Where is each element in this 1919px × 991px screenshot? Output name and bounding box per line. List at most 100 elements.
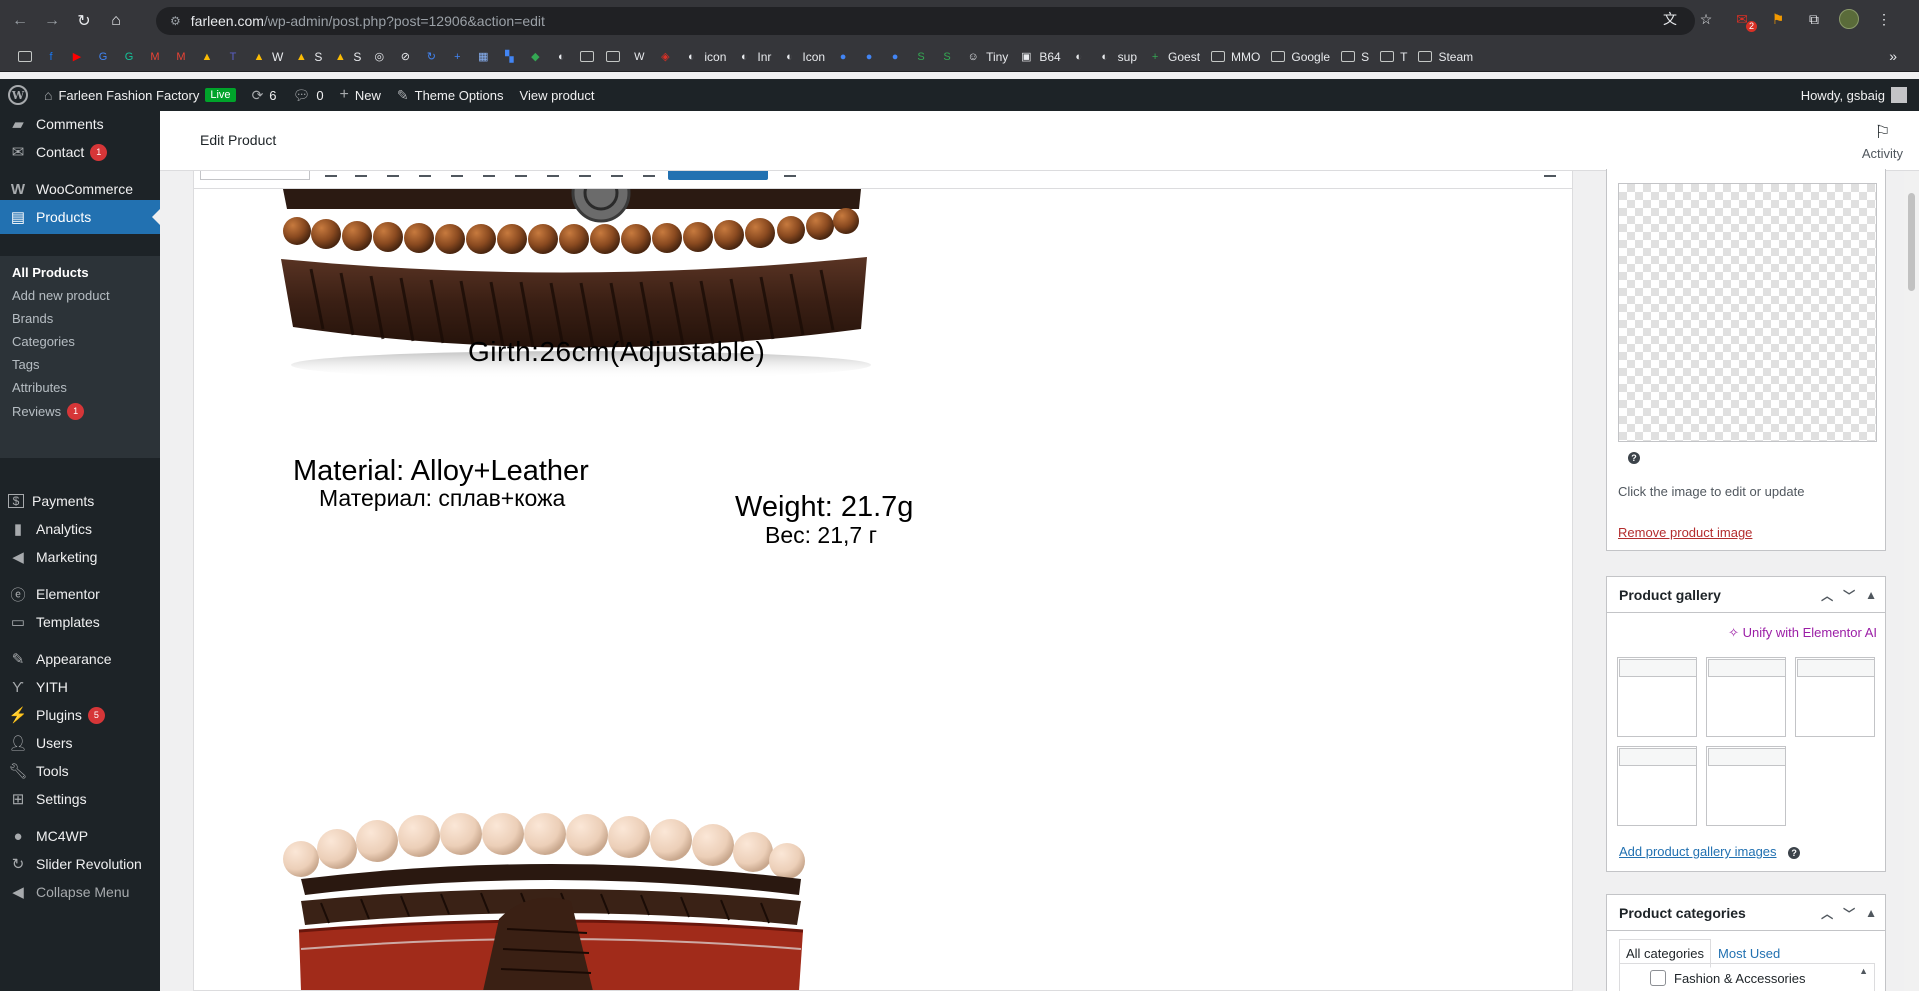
extension-mail-icon[interactable]: ✉ 2	[1731, 8, 1757, 32]
bookmark-item[interactable]: ↻	[418, 45, 444, 69]
translate-page-icon[interactable]: 文	[1659, 8, 1681, 30]
bookmark-item[interactable]	[600, 45, 626, 69]
bookmark-item[interactable]: ◆	[522, 45, 548, 69]
align-right-icon[interactable]	[547, 173, 559, 177]
toggle-panel-icon[interactable]: ▲	[1865, 588, 1877, 602]
scroll-up-icon[interactable]: ▲	[1859, 966, 1868, 976]
settings-icon[interactable]	[784, 173, 796, 177]
bookmark-item[interactable]: ◎	[366, 45, 392, 69]
page-scrollbar[interactable]	[1904, 171, 1919, 991]
bookmark-item[interactable]: ◈	[652, 45, 678, 69]
collapse-menu-button[interactable]: ◀ Collapse Menu	[0, 875, 160, 909]
bookmark-item[interactable]: ▣ B64	[1013, 45, 1065, 69]
product-gallery-header[interactable]: Product gallery ︿ ﹀ ▲	[1607, 577, 1885, 613]
bookmark-item[interactable]: T	[220, 45, 246, 69]
view-product-link[interactable]: View product	[512, 79, 603, 111]
bold-icon[interactable]	[325, 173, 337, 177]
back-icon[interactable]: ←	[8, 9, 32, 33]
menu-marketing[interactable]: ◀ Marketing	[0, 540, 160, 574]
account-menu[interactable]: Howdy, gsbaig	[1801, 79, 1907, 111]
home-icon[interactable]: ⌂	[104, 9, 128, 33]
submenu-add-new-product[interactable]: Add new product	[12, 288, 110, 303]
bookmark-item[interactable]: M	[142, 45, 168, 69]
bookmark-item[interactable]: ▶	[64, 45, 90, 69]
bookmark-item[interactable]: Google	[1265, 45, 1335, 69]
bookmark-item[interactable]: ▲ W	[246, 45, 288, 69]
reload-icon[interactable]: ↻	[72, 9, 96, 33]
gallery-thumbnail[interactable]	[1617, 746, 1697, 826]
bookmark-item[interactable]: M	[168, 45, 194, 69]
submenu-reviews[interactable]: Reviews 1	[12, 403, 85, 420]
submenu-tags[interactable]: Tags	[12, 357, 39, 372]
category-checkbox[interactable]	[1650, 970, 1666, 986]
bookmark-item[interactable]: ◐	[1066, 45, 1092, 69]
bookmark-item[interactable]: W	[626, 45, 652, 69]
site-info-icon[interactable]: ⚙	[170, 14, 181, 28]
bookmark-item[interactable]: G	[90, 45, 116, 69]
address-bar[interactable]: ⚙ farleen.com/wp-admin/post.php?post=129…	[156, 7, 1695, 35]
bookmark-item[interactable]: + Goest	[1142, 45, 1205, 69]
bookmark-item[interactable]: +	[444, 45, 470, 69]
align-left-icon[interactable]	[483, 173, 495, 177]
browser-menu-icon[interactable]: ⋮	[1873, 8, 1895, 30]
bookmark-star-icon[interactable]: ☆	[1695, 8, 1717, 30]
comments-menu[interactable]: 💬︎ 0	[285, 79, 332, 111]
bookmark-item[interactable]: S	[934, 45, 960, 69]
bookmark-item[interactable]: ▲	[194, 45, 220, 69]
italic-icon[interactable]	[355, 173, 367, 177]
bookmark-item[interactable]: Steam	[1412, 45, 1478, 69]
remove-product-image-link[interactable]: Remove product image	[1618, 525, 1752, 540]
chevron-up-icon[interactable]: ︿	[1821, 587, 1833, 604]
bookmark-item[interactable]: ◐ sup	[1092, 45, 1142, 69]
more-bookmarks-icon[interactable]: »	[1889, 48, 1897, 64]
more-icon[interactable]	[611, 173, 623, 177]
menu-templates[interactable]: ▭ Templates	[0, 605, 160, 639]
extensions-puzzle-icon[interactable]: ⧉	[1803, 8, 1825, 30]
help-icon[interactable]: ?	[1788, 847, 1801, 859]
list-icon[interactable]	[387, 173, 399, 177]
chevron-up-icon[interactable]: ︿	[1821, 905, 1833, 922]
bookmark-item[interactable]: G	[116, 45, 142, 69]
help-icon[interactable]: ?	[1628, 452, 1640, 464]
menu-contact[interactable]: ✉ Contact 1	[0, 135, 160, 169]
bookmark-item[interactable]: T	[1374, 45, 1412, 69]
editor-ai-button[interactable]	[668, 171, 768, 180]
bookmark-item[interactable]: S	[908, 45, 934, 69]
bookmark-item[interactable]: ⊘	[392, 45, 418, 69]
bookmark-item[interactable]: f	[38, 45, 64, 69]
submenu-categories[interactable]: Categories	[12, 334, 75, 349]
ordered-list-icon[interactable]	[419, 173, 431, 177]
new-content-menu[interactable]: + New	[332, 79, 389, 111]
fullscreen-icon[interactable]	[1544, 173, 1556, 177]
align-center-icon[interactable]	[515, 173, 527, 177]
product-description-editor[interactable]: Girth:26cm(Adjustable) Material: Alloy+L…	[193, 171, 1573, 991]
bookmark-item[interactable]: S	[1335, 45, 1374, 69]
gallery-thumbnail[interactable]	[1617, 657, 1697, 737]
product-image-preview[interactable]	[1618, 183, 1877, 442]
menu-settings[interactable]: ⊞ Settings	[0, 782, 160, 816]
product-categories-header[interactable]: Product categories ︿ ﹀ ▲	[1607, 895, 1885, 931]
updates-menu[interactable]: ⟳ 6	[244, 79, 285, 111]
chevron-down-icon[interactable]: ﹀	[1843, 587, 1855, 604]
quote-icon[interactable]	[451, 173, 463, 177]
bookmark-item[interactable]: ◐ icon	[678, 45, 731, 69]
bookmark-item[interactable]	[12, 45, 38, 69]
scrollbar-thumb[interactable]	[1908, 193, 1915, 291]
bookmark-item[interactable]: ▲ S	[288, 45, 327, 69]
format-select[interactable]	[200, 171, 310, 180]
submenu-attributes[interactable]: Attributes	[12, 380, 67, 395]
link-icon[interactable]	[579, 173, 591, 177]
chevron-down-icon[interactable]: ﹀	[1843, 905, 1855, 922]
bookmark-item[interactable]: ◐	[548, 45, 574, 69]
bookmark-item[interactable]	[574, 45, 600, 69]
category-item[interactable]: Fashion & Accessories	[1650, 970, 1806, 986]
toolbar-toggle-icon[interactable]	[643, 173, 655, 177]
profile-avatar[interactable]	[1839, 9, 1859, 29]
forward-icon[interactable]: →	[40, 9, 64, 33]
bookmark-item[interactable]: ◐ Icon	[776, 45, 830, 69]
bookmark-item[interactable]: ☺ Tiny	[960, 45, 1013, 69]
submenu-all-products[interactable]: All Products	[12, 265, 89, 280]
gallery-thumbnail[interactable]	[1795, 657, 1875, 737]
menu-products[interactable]: ▤ Products	[0, 200, 160, 234]
theme-options-menu[interactable]: ✎ Theme Options	[389, 79, 512, 111]
